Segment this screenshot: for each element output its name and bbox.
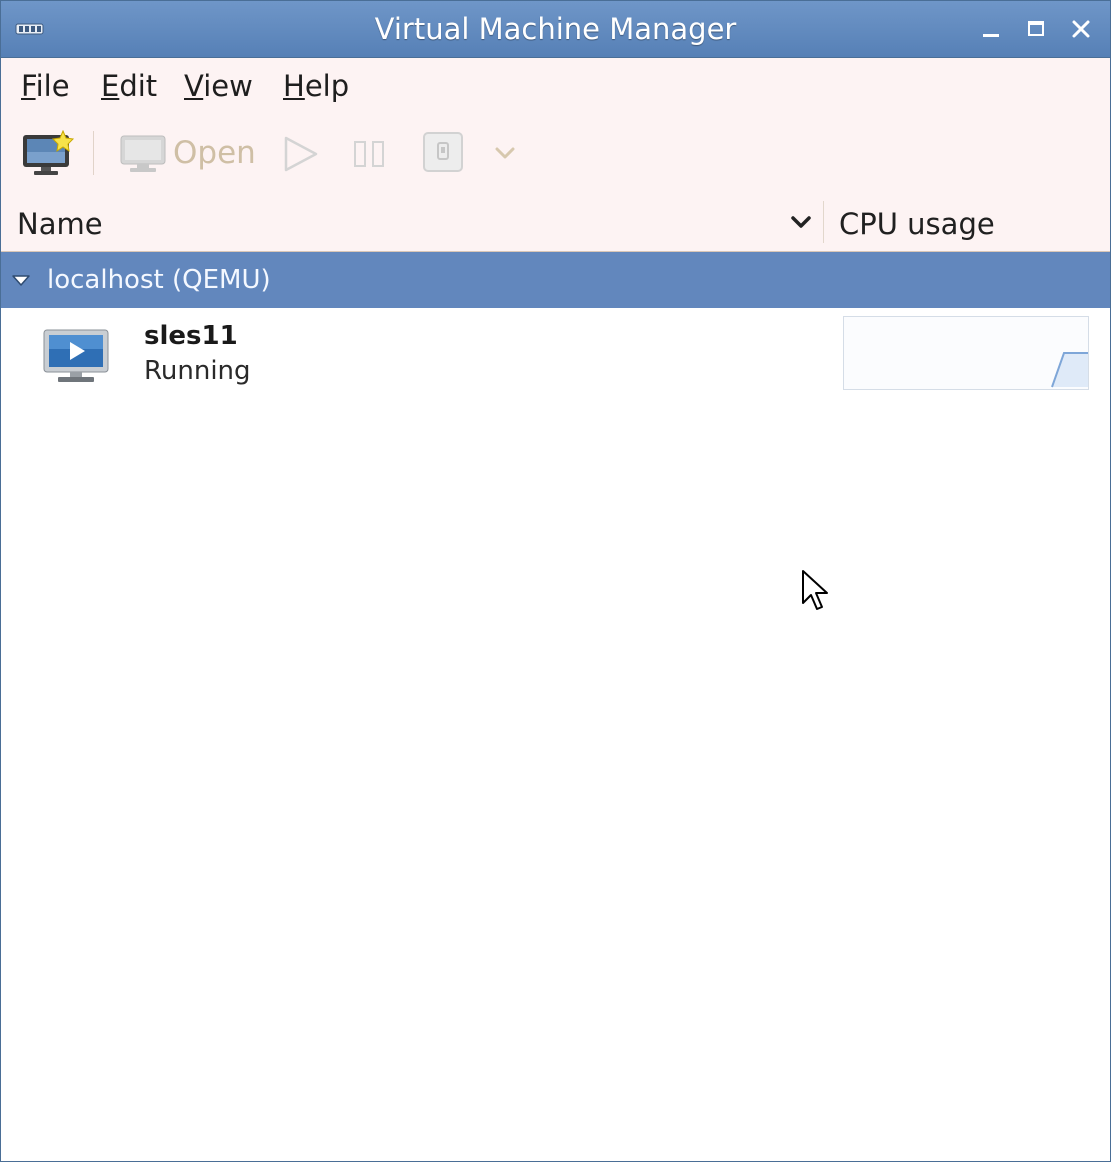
column-separator[interactable] [823, 201, 824, 243]
chevron-down-icon[interactable] [494, 145, 516, 161]
vm-name: sles11 [144, 321, 238, 351]
column-header-row: Name CPU usage [1, 197, 1110, 252]
chevron-down-icon[interactable] [789, 211, 813, 237]
minimize-icon[interactable] [977, 15, 1005, 43]
vm-status: Running [144, 356, 251, 386]
menu-view[interactable]: View [184, 69, 253, 103]
open-console-icon[interactable] [119, 134, 167, 174]
cpu-usage-graph [843, 316, 1089, 390]
connection-label: localhost (QEMU) [47, 265, 271, 295]
title-bar[interactable]: Virtual Machine Manager [1, 1, 1110, 58]
close-icon[interactable] [1067, 15, 1095, 43]
pause-icon[interactable] [353, 137, 387, 171]
vm-row[interactable]: sles11 Running [1, 309, 1110, 403]
menu-help[interactable]: Help [283, 69, 349, 103]
column-header-name[interactable]: Name [17, 207, 103, 241]
main-window: Virtual Machine Manager File Edit View H… [0, 0, 1111, 1162]
connection-row[interactable]: localhost (QEMU) [1, 252, 1110, 308]
menu-edit[interactable]: Edit [101, 69, 157, 103]
shutdown-icon[interactable] [422, 131, 464, 173]
mouse-pointer-icon [801, 569, 829, 617]
open-button-label[interactable]: Open [173, 135, 256, 171]
maximize-icon[interactable] [1022, 15, 1050, 43]
menu-bar: File Edit View Help [1, 58, 1110, 114]
expander-arrow-icon[interactable] [11, 273, 31, 292]
window-title: Virtual Machine Manager [374, 12, 737, 46]
toolbar: Open [1, 114, 1110, 197]
vm-running-icon [43, 329, 111, 389]
new-vm-icon[interactable] [21, 130, 75, 178]
toolbar-separator [93, 131, 94, 175]
run-icon[interactable] [283, 135, 319, 173]
menu-file[interactable]: File [21, 69, 70, 103]
column-header-cpu-usage[interactable]: CPU usage [839, 207, 995, 241]
